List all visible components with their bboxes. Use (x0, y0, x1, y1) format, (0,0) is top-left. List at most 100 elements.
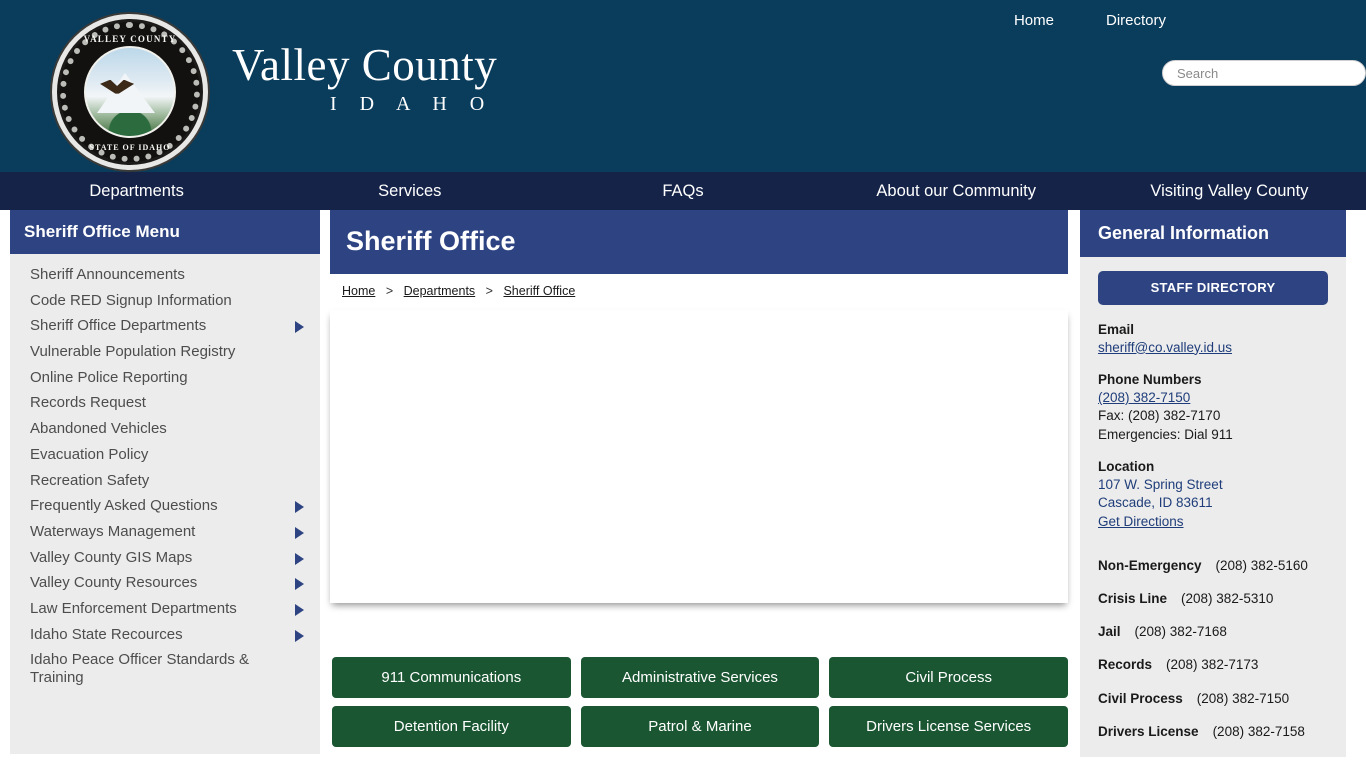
utility-nav: Home Directory (1014, 12, 1166, 29)
sidebar-item-label: Idaho State Recources (30, 625, 183, 643)
sidebar-item-waterways-management[interactable]: Waterways Management (10, 519, 320, 545)
button-drivers-license-services[interactable]: Drivers License Services (829, 706, 1068, 747)
main-content: Sheriff Office Home > Departments > Sher… (320, 210, 1080, 768)
button-civil-process[interactable]: Civil Process (829, 657, 1068, 698)
chevron-right-icon (295, 552, 304, 565)
sidebar-item-label: Law Enforcement Departments (30, 599, 237, 617)
address-line-2: Cascade, ID 83611 (1098, 495, 1213, 511)
breadcrumb-item-departments[interactable]: Departments (404, 284, 476, 298)
sidebar-item-code-red-signup-information[interactable]: Code RED Signup Information (10, 288, 320, 314)
page-body: Sheriff Office Menu Sheriff Announcement… (0, 210, 1366, 768)
sidebar-item-sheriff-announcements[interactable]: Sheriff Announcements (10, 262, 320, 288)
phone-name: Drivers License (1098, 723, 1199, 739)
sidebar-item-label: Frequently Asked Questions (30, 497, 218, 515)
phone-number: (208) 382-5160 (1215, 557, 1308, 573)
chevron-right-icon (295, 603, 304, 616)
sidebar-item-idaho-peace-officer-standards-training[interactable]: Idaho Peace Officer Standards & Training (10, 647, 320, 690)
button-detention-facility[interactable]: Detention Facility (332, 706, 571, 747)
brand-title: Valley County (232, 39, 498, 90)
county-seal-icon: VALLEY COUNTY STATE OF IDAHO (52, 14, 208, 170)
get-directions-link[interactable]: Get Directions (1098, 514, 1184, 529)
brand-subtitle: I D A H O (330, 93, 494, 116)
breadcrumb-separator: > (485, 284, 493, 298)
sidebar-item-vulnerable-population-registry[interactable]: Vulnerable Population Registry (10, 339, 320, 365)
sidebar-item-abandoned-vehicles[interactable]: Abandoned Vehicles (10, 416, 320, 442)
sidebar-item-evacuation-policy[interactable]: Evacuation Policy (10, 442, 320, 468)
sidebar-item-label: Code RED Signup Information (30, 291, 232, 309)
phone-row: Non-Emergency (208) 382-5160 (1098, 557, 1328, 575)
breadcrumb-item-home[interactable]: Home (342, 284, 375, 298)
phone-row: Crisis Line (208) 382-5310 (1098, 590, 1328, 608)
chevron-right-icon (295, 629, 304, 642)
right-sidebar: General Information STAFF DIRECTORY Emai… (1080, 210, 1346, 768)
brand-text: Valley County I D A H O (232, 39, 498, 142)
email-block: Email sheriff@co.valley.id.us (1098, 321, 1328, 357)
sidebar-item-label: Sheriff Office Departments (30, 317, 207, 335)
nav-item-services[interactable]: Services (273, 182, 546, 201)
sidebar-item-label: Valley County GIS Maps (30, 548, 193, 566)
nav-item-faqs[interactable]: FAQs (546, 182, 819, 201)
chevron-right-icon (295, 526, 304, 539)
chevron-right-icon (295, 578, 304, 591)
nav-item-departments[interactable]: Departments (0, 182, 273, 201)
sidebar-item-idaho-state-recources[interactable]: Idaho State Recources (10, 622, 320, 648)
sidebar-menu-list: Sheriff Announcements Code RED Signup In… (10, 254, 320, 754)
sidebar-item-label: Records Request (30, 394, 146, 412)
left-sidebar: Sheriff Office Menu Sheriff Announcement… (0, 210, 320, 768)
sidebar-item-law-enforcement-departments[interactable]: Law Enforcement Departments (10, 596, 320, 622)
sidebar-item-valley-county-resources[interactable]: Valley County Resources (10, 570, 320, 596)
general-information-title: General Information (1080, 210, 1346, 257)
sidebar-title: Sheriff Office Menu (10, 210, 320, 254)
phone-numbers-block: Phone Numbers (208) 382-7150 Fax: (208) … (1098, 371, 1328, 444)
phone-row: Jail (208) 382-7168 (1098, 623, 1328, 641)
button-administrative-services[interactable]: Administrative Services (580, 657, 820, 698)
sidebar-item-label: Recreation Safety (30, 471, 150, 489)
breadcrumb: Home > Departments > Sheriff Office (330, 274, 1068, 298)
sidebar-item-label: Idaho Peace Officer Standards & Training (30, 651, 250, 686)
sidebar-item-label: Valley County Resources (30, 574, 198, 592)
nav-item-visiting-valley-county[interactable]: Visiting Valley County (1093, 182, 1366, 201)
sidebar-item-label: Online Police Reporting (30, 368, 188, 386)
breadcrumb-item-sheriff-office[interactable]: Sheriff Office (503, 284, 575, 298)
brand-block[interactable]: VALLEY COUNTY STATE OF IDAHO Valley Coun… (52, 14, 497, 170)
staff-directory-button[interactable]: STAFF DIRECTORY (1098, 271, 1328, 305)
top-link-home[interactable]: Home (1014, 12, 1054, 29)
phone-row: Drivers License (208) 382-7158 (1098, 723, 1328, 741)
nav-item-about-our-community[interactable]: About our Community (820, 182, 1093, 201)
location-label: Location (1098, 458, 1155, 474)
sidebar-item-label: Abandoned Vehicles (30, 420, 167, 438)
sidebar-item-label: Sheriff Announcements (30, 266, 185, 283)
department-button-grid: 911 Communications Administrative Servic… (330, 657, 1068, 747)
seal-bottom-text: STATE OF IDAHO (89, 143, 171, 152)
phone-row: Civil Process (208) 382-7150 (1098, 690, 1328, 708)
phone-name: Records (1098, 657, 1153, 673)
sidebar-item-valley-county-gis-maps[interactable]: Valley County GIS Maps (10, 545, 320, 571)
search-container (1162, 60, 1366, 86)
phone-number: (208) 382-7158 (1212, 723, 1305, 739)
phone-number: (208) 382-7168 (1134, 624, 1227, 640)
email-link[interactable]: sheriff@co.valley.id.us (1098, 339, 1328, 357)
sidebar-item-sheriff-office-departments[interactable]: Sheriff Office Departments (10, 313, 320, 339)
email-label: Email (1098, 321, 1135, 337)
phone-name: Crisis Line (1098, 590, 1168, 606)
sidebar-item-online-police-reporting[interactable]: Online Police Reporting (10, 365, 320, 391)
search-input[interactable] (1162, 60, 1366, 86)
phone-name: Non-Emergency (1098, 557, 1202, 573)
button-911-communications[interactable]: 911 Communications (332, 657, 571, 698)
phone-number: (208) 382-7150 (1196, 690, 1290, 706)
fax-number: Fax: (208) 382-7170 (1098, 408, 1221, 424)
phone-numbers-label: Phone Numbers (1098, 371, 1202, 387)
seal-illustration (84, 46, 176, 138)
chevron-right-icon (295, 321, 304, 334)
sidebar-item-records-request[interactable]: Records Request (10, 390, 320, 416)
phone-number: (208) 382-7173 (1166, 657, 1259, 673)
main-phone-link[interactable]: (208) 382-7150 (1098, 389, 1328, 407)
breadcrumb-separator: > (385, 284, 394, 298)
content-panel (330, 310, 1068, 603)
sidebar-item-label: Vulnerable Population Registry (30, 343, 236, 361)
button-patrol-and-marine[interactable]: Patrol & Marine (580, 706, 820, 747)
sidebar-item-recreation-safety[interactable]: Recreation Safety (10, 468, 320, 494)
sidebar-item-frequently-asked-questions[interactable]: Frequently Asked Questions (10, 493, 320, 519)
top-link-directory[interactable]: Directory (1106, 12, 1166, 29)
address-line-1: 107 W. Spring Street (1098, 477, 1223, 493)
